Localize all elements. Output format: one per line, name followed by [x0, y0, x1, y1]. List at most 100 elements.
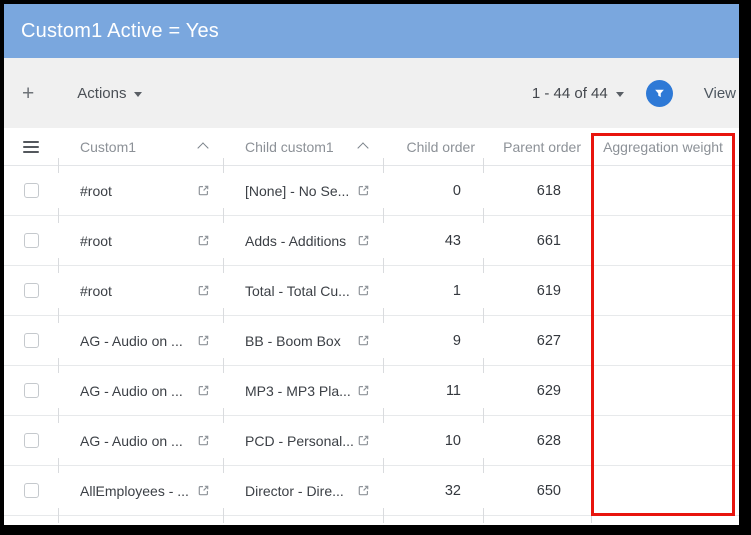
row-select-cell [4, 466, 58, 515]
pagination-range-label: 1 - 44 of 44 [532, 85, 608, 102]
row-select-cell [4, 316, 58, 365]
child-custom1-value: MP3 - MP3 Pla... [245, 383, 355, 399]
custom1-value: AG - Audio on ... [80, 383, 195, 399]
open-link-icon[interactable] [195, 284, 211, 297]
column-header-child-custom1[interactable]: Child custom1 [223, 128, 383, 165]
aggregation-weight-value [591, 466, 735, 515]
menu-icon[interactable] [23, 141, 39, 153]
row-checkbox[interactable] [24, 383, 39, 398]
filter-button[interactable] [646, 80, 673, 107]
table-row: #root [None] - No Se... 0 618 [4, 166, 739, 216]
actions-label: Actions [77, 85, 126, 102]
sort-ascending-icon[interactable] [357, 142, 368, 153]
parent-order-value: 628 [483, 416, 591, 465]
child-custom1-value: Director - Dire... [245, 483, 355, 499]
child-custom1-value: [None] - No Se... [245, 183, 355, 199]
aggregation-weight-value [591, 416, 735, 465]
parent-order-value: 619 [483, 266, 591, 315]
custom1-cell: #root [58, 166, 223, 215]
table-row: AG - Audio on ... PCD - Personal... 10 6… [4, 416, 739, 466]
actions-menu-button[interactable]: Actions [77, 85, 142, 102]
parent-order-value: 627 [483, 316, 591, 365]
filter-icon [653, 87, 666, 100]
row-checkbox[interactable] [24, 183, 39, 198]
app-window: Custom1 Active = Yes + Actions 1 - 44 of… [4, 4, 739, 525]
custom1-value: #root [80, 283, 195, 299]
custom1-cell: #root [58, 216, 223, 265]
parent-order-value: 661 [483, 216, 591, 265]
data-grid: Custom1 Child custom1 Child order Parent… [4, 128, 739, 516]
child-order-value: 11 [383, 366, 483, 415]
open-link-icon[interactable] [195, 484, 211, 497]
open-link-icon[interactable] [195, 234, 211, 247]
aggregation-weight-value [591, 266, 735, 315]
row-checkbox[interactable] [24, 233, 39, 248]
parent-order-value: 618 [483, 166, 591, 215]
page-title: Custom1 Active = Yes [21, 20, 219, 43]
open-link-icon[interactable] [195, 334, 211, 347]
row-select-cell [4, 266, 58, 315]
open-link-icon[interactable] [355, 484, 371, 497]
child-custom1-cell: BB - Boom Box [223, 316, 383, 365]
table-row: AllEmployees - ... Director - Dire... 32 [4, 466, 739, 516]
view-button[interactable]: View [704, 85, 736, 102]
custom1-cell: AG - Audio on ... [58, 316, 223, 365]
sort-ascending-icon[interactable] [197, 142, 208, 153]
table-header-row: Custom1 Child custom1 Child order Parent… [4, 128, 739, 166]
add-button[interactable]: + [22, 83, 34, 104]
open-link-icon[interactable] [355, 384, 371, 397]
open-link-icon[interactable] [355, 434, 371, 447]
row-checkbox[interactable] [24, 333, 39, 348]
row-select-cell [4, 216, 58, 265]
child-custom1-value: BB - Boom Box [245, 333, 355, 349]
row-checkbox[interactable] [24, 433, 39, 448]
child-custom1-cell: PCD - Personal... [223, 416, 383, 465]
toolbar-right-group: 1 - 44 of 44 View [532, 80, 739, 107]
parent-order-value: 629 [483, 366, 591, 415]
column-header-label: Child order [407, 139, 475, 155]
aggregation-weight-value [591, 316, 735, 365]
parent-order-value: 650 [483, 466, 591, 515]
child-custom1-value: Total - Total Cu... [245, 283, 355, 299]
custom1-cell: #root [58, 266, 223, 315]
header-menu-cell [4, 128, 58, 165]
column-header-label: Parent order [503, 139, 581, 155]
child-order-value: 9 [383, 316, 483, 365]
custom1-value: #root [80, 183, 195, 199]
column-header-child-order[interactable]: Child order [383, 128, 483, 165]
title-bar: Custom1 Active = Yes [4, 4, 739, 58]
row-checkbox[interactable] [24, 283, 39, 298]
custom1-cell: AG - Audio on ... [58, 366, 223, 415]
column-header-custom1[interactable]: Custom1 [58, 128, 223, 165]
aggregation-weight-value [591, 366, 735, 415]
open-link-icon[interactable] [355, 234, 371, 247]
child-custom1-value: Adds - Additions [245, 233, 355, 249]
child-order-value: 32 [383, 466, 483, 515]
open-link-icon[interactable] [195, 434, 211, 447]
child-custom1-cell: Total - Total Cu... [223, 266, 383, 315]
table-row: AG - Audio on ... MP3 - MP3 Pla... 11 62… [4, 366, 739, 416]
open-link-icon[interactable] [195, 384, 211, 397]
row-checkbox[interactable] [24, 483, 39, 498]
row-select-cell [4, 416, 58, 465]
column-header-parent-order[interactable]: Parent order [483, 128, 591, 165]
pagination-range-selector[interactable]: 1 - 44 of 44 [532, 85, 624, 102]
open-link-icon[interactable] [195, 184, 211, 197]
dropdown-caret-icon [134, 92, 142, 97]
table-row: AG - Audio on ... BB - Boom Box 9 627 [4, 316, 739, 366]
child-custom1-cell: MP3 - MP3 Pla... [223, 366, 383, 415]
column-header-label: Custom1 [80, 139, 195, 155]
custom1-value: AG - Audio on ... [80, 333, 195, 349]
column-header-aggregation-weight[interactable]: Aggregation weight [591, 128, 735, 165]
open-link-icon[interactable] [355, 284, 371, 297]
aggregation-weight-value [591, 216, 735, 265]
toolbar: + Actions 1 - 44 of 44 View [4, 58, 739, 128]
child-order-value: 0 [383, 166, 483, 215]
column-header-label: Child custom1 [245, 139, 355, 155]
table-row: #root Total - Total Cu... 1 619 [4, 266, 739, 316]
open-link-icon[interactable] [355, 184, 371, 197]
open-link-icon[interactable] [355, 334, 371, 347]
table-row: #root Adds - Additions 43 661 [4, 216, 739, 266]
row-select-cell [4, 166, 58, 215]
child-custom1-value: PCD - Personal... [245, 433, 355, 449]
